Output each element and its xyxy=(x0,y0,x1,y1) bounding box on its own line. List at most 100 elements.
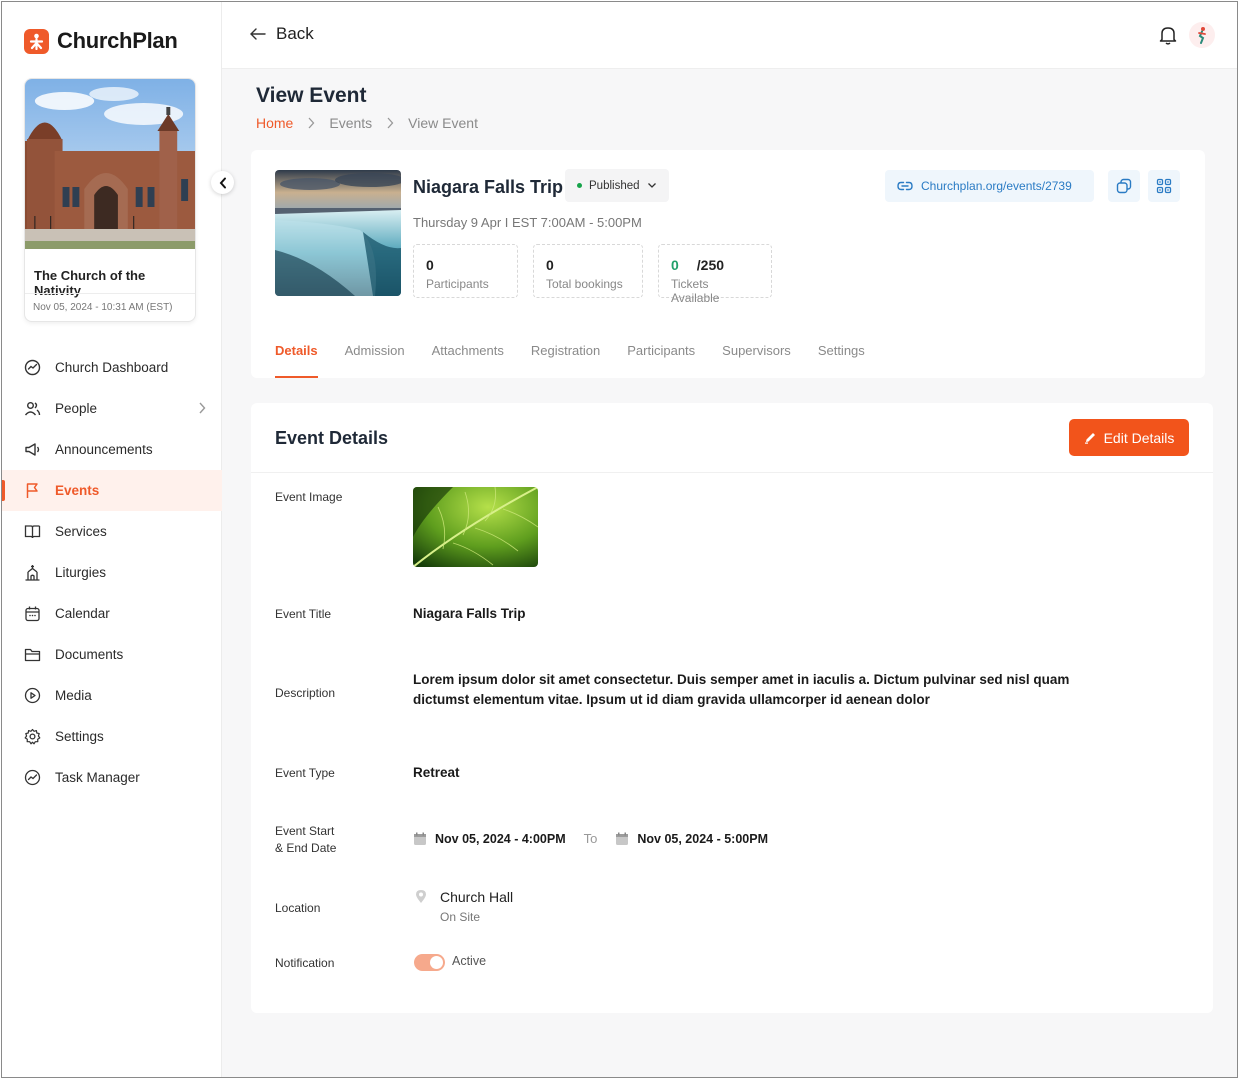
church-icon xyxy=(25,565,40,581)
status-dot-icon xyxy=(577,183,582,188)
leaf-image xyxy=(413,487,538,567)
sidebar-item-label: Documents xyxy=(55,647,124,662)
calendar-icon xyxy=(414,832,426,845)
topbar: Back xyxy=(222,2,1237,69)
breadcrumb-events[interactable]: Events xyxy=(329,115,372,131)
chevron-down-icon xyxy=(647,183,656,188)
link-icon xyxy=(897,181,913,191)
back-button[interactable]: Back xyxy=(250,24,314,44)
status-label: Published xyxy=(589,179,640,192)
play-icon xyxy=(24,687,41,704)
description-label: Description xyxy=(275,686,336,700)
description-value: Lorem ipsum dolor sit amet consectetur. … xyxy=(413,672,1070,707)
sidebar-item-label: Calendar xyxy=(55,606,110,621)
event-name: Niagara Falls Trip xyxy=(413,177,564,197)
app-logo[interactable]: ChurchPlan xyxy=(24,28,178,54)
sidebar-item-liturgies[interactable]: Liturgies xyxy=(2,552,222,593)
bookings-label: Total bookings xyxy=(546,277,623,291)
sidebar-item-people[interactable]: People xyxy=(2,388,222,429)
copy-link-button[interactable] xyxy=(1108,170,1140,202)
tickets-stat: 0/250 Tickets Available xyxy=(658,244,772,305)
logo-icon xyxy=(24,28,49,54)
copy-icon xyxy=(1116,178,1132,194)
waterfall-image xyxy=(275,170,401,296)
pencil-icon xyxy=(1084,433,1095,444)
event-title-value: Niagara Falls Trip xyxy=(413,606,526,621)
app-window: ChurchPlan The Church of the Nativity No… xyxy=(1,1,1238,1078)
event-dates-label: Event Start & End Date xyxy=(275,823,336,857)
location-pin-icon xyxy=(416,890,426,903)
avatar-figure-icon xyxy=(1198,27,1206,44)
sidebar-item-label: Events xyxy=(55,483,100,498)
tab-admission[interactable]: Admission xyxy=(345,343,405,378)
back-label: Back xyxy=(276,24,314,43)
tickets-label: Tickets Available xyxy=(671,277,720,305)
sidebar-item-announcements[interactable]: Announcements xyxy=(2,429,222,470)
church-photo xyxy=(25,79,195,249)
participants-label: Participants xyxy=(426,277,489,291)
event-link-text: Churchplan.org/events/2739 xyxy=(921,179,1072,193)
app-name: ChurchPlan xyxy=(57,28,178,53)
event-date-range: Nov 05, 2024 - 4:00PM To Nov 05, 2024 - … xyxy=(413,831,768,846)
sidebar-item-calendar[interactable]: Calendar xyxy=(2,593,222,634)
tab-details[interactable]: Details xyxy=(275,343,318,378)
event-details-title: Event Details xyxy=(275,428,389,448)
sidebar-item-settings[interactable]: Settings xyxy=(2,716,222,757)
bookings-count: 0 xyxy=(546,257,554,273)
book-icon xyxy=(24,525,41,539)
event-image xyxy=(413,487,538,567)
status-dropdown[interactable]: Published xyxy=(565,169,669,202)
sidebar-nav: Church Dashboard People Announcements Ev… xyxy=(2,347,222,798)
page-title: View Event xyxy=(256,84,367,107)
location-name: Church Hall xyxy=(440,889,514,905)
breadcrumb: Home Events View Event xyxy=(256,115,478,131)
folder-icon xyxy=(24,648,41,662)
tickets-total: /250 xyxy=(696,257,725,273)
date-separator: To xyxy=(583,831,598,846)
notification-bell-icon[interactable] xyxy=(1159,25,1177,45)
participants-stat: 0 Participants xyxy=(413,244,518,298)
sidebar-item-documents[interactable]: Documents xyxy=(2,634,222,675)
event-thumbnail xyxy=(275,170,401,296)
collapse-sidebar-button[interactable] xyxy=(211,171,234,194)
sidebar-item-task-manager[interactable]: Task Manager xyxy=(2,757,222,798)
notification-label: Notification xyxy=(275,956,335,970)
tab-supervisors[interactable]: Supervisors xyxy=(722,343,791,378)
event-tabs: Details Admission Attachments Registrati… xyxy=(275,343,892,378)
participants-count: 0 xyxy=(426,257,434,273)
notification-status: Active xyxy=(452,954,487,968)
start-date-text: Nov 05, 2024 - 4:00PM xyxy=(435,831,566,846)
sidebar-item-label: Settings xyxy=(55,729,104,744)
sidebar-item-media[interactable]: Media xyxy=(2,675,222,716)
tab-registration[interactable]: Registration xyxy=(531,343,600,378)
user-avatar[interactable] xyxy=(1189,22,1215,48)
sidebar-item-services[interactable]: Services xyxy=(2,511,222,552)
tab-attachments[interactable]: Attachments xyxy=(432,343,504,378)
sidebar-item-church-dashboard[interactable]: Church Dashboard xyxy=(2,347,222,388)
qr-code-button[interactable] xyxy=(1148,170,1180,202)
dashboard-icon xyxy=(24,359,41,376)
megaphone-icon xyxy=(25,443,40,456)
sidebar-item-label: Liturgies xyxy=(55,565,107,580)
chevron-right-icon xyxy=(199,402,206,414)
flag-icon xyxy=(26,483,38,498)
event-link[interactable]: Churchplan.org/events/2739 xyxy=(885,170,1094,202)
notification-toggle[interactable] xyxy=(414,954,445,971)
end-date-text: Nov 05, 2024 - 5:00PM xyxy=(637,831,768,846)
tab-settings[interactable]: Settings xyxy=(818,343,865,378)
tickets-count: 0/250 xyxy=(671,257,759,273)
church-date: Nov 05, 2024 - 10:31 AM (EST) xyxy=(25,293,195,313)
breadcrumb-home[interactable]: Home xyxy=(256,115,293,131)
arrow-left-icon xyxy=(250,28,266,40)
edit-details-button[interactable]: Edit Details xyxy=(1069,419,1189,456)
bookings-stat: 0 Total bookings xyxy=(533,244,643,298)
tickets-available: 0 xyxy=(671,257,679,273)
event-title-label: Event Title xyxy=(275,607,332,621)
sidebar-item-events[interactable]: Events xyxy=(2,470,222,511)
event-image-label: Event Image xyxy=(275,490,343,504)
church-card[interactable]: The Church of the Nativity Nov 05, 2024 … xyxy=(24,78,196,322)
event-type-label: Event Type xyxy=(275,766,335,780)
chevron-left-icon xyxy=(219,177,226,188)
tab-participants[interactable]: Participants xyxy=(627,343,695,378)
edit-details-label: Edit Details xyxy=(1103,429,1175,446)
